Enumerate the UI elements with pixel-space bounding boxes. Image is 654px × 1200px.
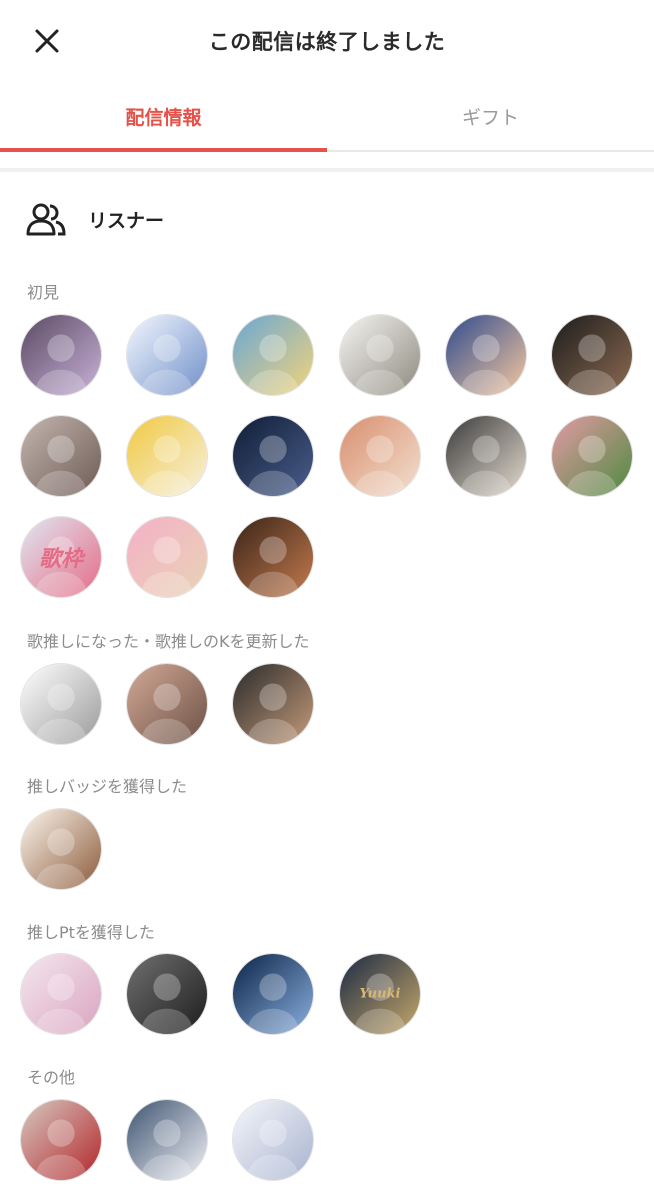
listener-avatar[interactable] <box>551 415 633 497</box>
avatar-caption: 歌枠 <box>38 546 83 572</box>
section-label-other: その他 <box>27 1068 76 1087</box>
divider <box>0 168 654 172</box>
listeners-header: リスナー <box>26 199 164 239</box>
listener-avatar[interactable] <box>232 314 314 396</box>
listener-avatar[interactable] <box>126 314 208 396</box>
listener-avatar[interactable] <box>126 415 208 497</box>
listener-avatar[interactable] <box>20 663 102 745</box>
listener-avatar[interactable] <box>232 663 314 745</box>
listener-avatar[interactable] <box>20 1099 102 1181</box>
listeners-title: リスナー <box>88 209 165 232</box>
listener-avatar[interactable]: 歌枠 <box>20 516 102 598</box>
listener-avatar[interactable] <box>232 1099 314 1181</box>
listener-avatar[interactable] <box>20 314 102 396</box>
active-tab-indicator <box>0 148 327 152</box>
section-label-first-time: 初見 <box>27 283 60 302</box>
listener-avatar[interactable] <box>126 663 208 745</box>
header: この配信は終了しました <box>0 0 654 80</box>
listener-avatar[interactable] <box>232 953 314 1035</box>
tab-bar: 配信情報 ギフト <box>0 80 654 152</box>
listener-avatar[interactable]: Yuuki <box>339 953 421 1035</box>
listener-avatar[interactable] <box>339 415 421 497</box>
people-icon <box>26 203 66 236</box>
tab-gifts[interactable]: ギフト <box>327 80 654 152</box>
listener-avatar[interactable] <box>126 516 208 598</box>
listener-avatar[interactable] <box>445 415 527 497</box>
listener-avatar[interactable] <box>20 953 102 1035</box>
listener-avatar[interactable] <box>126 1099 208 1181</box>
section-label-badge: 推しバッジを獲得した <box>27 777 188 796</box>
listener-avatar[interactable] <box>232 415 314 497</box>
tab-stream-info[interactable]: 配信情報 <box>0 80 327 152</box>
listener-avatar[interactable] <box>551 314 633 396</box>
section-label-points: 推しPtを獲得した <box>27 923 155 942</box>
section-label-song-fans: 歌推しになった・歌推しのKを更新した <box>27 632 310 651</box>
page-title: この配信は終了しました <box>208 30 446 54</box>
avatar-caption: Yuuki <box>359 986 401 1002</box>
listener-avatar[interactable] <box>445 314 527 396</box>
listener-avatar[interactable] <box>339 314 421 396</box>
listener-avatar[interactable] <box>20 808 102 890</box>
listener-avatar[interactable] <box>20 415 102 497</box>
listener-avatar[interactable] <box>232 516 314 598</box>
listener-avatar[interactable] <box>126 953 208 1035</box>
